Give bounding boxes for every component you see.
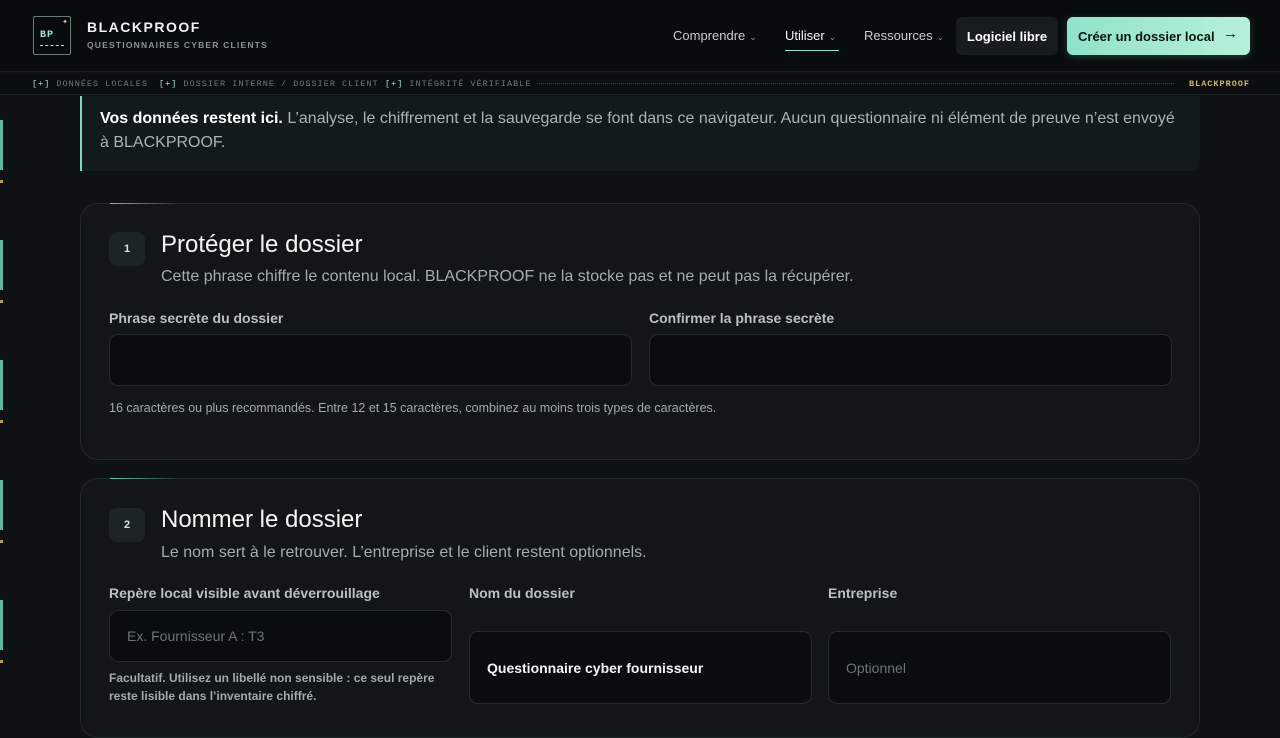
folder-name-label: Nom du dossier bbox=[469, 585, 575, 601]
company-placeholder: Optionnel bbox=[846, 659, 906, 676]
logo-text: BP bbox=[40, 30, 55, 41]
status-strip: [+] DONNÉES LOCALES [+] DOSSIER INTERNE … bbox=[0, 73, 1280, 95]
status-tag-integrity: [+] INTÉGRITÉ VÉRIFIABLE bbox=[385, 79, 532, 89]
confirm-passphrase-input[interactable] bbox=[649, 334, 1172, 386]
nav-item-label: Ressources bbox=[864, 28, 933, 43]
local-marker-placeholder: Ex. Fournisseur A : T3 bbox=[127, 628, 265, 644]
confirm-passphrase-label: Confirmer la phrase secrète bbox=[649, 310, 835, 326]
local-marker-label: Repère local visible avant déverrouillag… bbox=[109, 585, 380, 601]
privacy-banner: Vos données restent ici. L’analyse, le c… bbox=[80, 96, 1200, 171]
card-accent-line bbox=[110, 203, 180, 204]
banner-strong-text: Vos données restent ici. bbox=[100, 110, 283, 127]
status-tag-local-data: [+] DONNÉES LOCALES bbox=[32, 79, 148, 89]
passphrase-input[interactable] bbox=[109, 334, 632, 386]
brand-tagline: QUESTIONNAIRES CYBER CLIENTS bbox=[87, 40, 268, 50]
sparkle-icon: ✦ bbox=[62, 19, 68, 26]
section-name-folder: 2 Nommer le dossier Le nom sert à le ret… bbox=[80, 478, 1200, 738]
chevron-down-icon: ⌄ bbox=[828, 32, 837, 42]
chevron-down-icon: ⌄ bbox=[936, 32, 945, 42]
logo-icon[interactable]: ✦ BP bbox=[33, 16, 71, 55]
nav-item-label: Utiliser bbox=[785, 28, 825, 43]
chevron-down-icon: ⌄ bbox=[749, 32, 757, 42]
nav-item-ressources[interactable]: Ressources ⌄ bbox=[864, 28, 944, 43]
folder-name-input[interactable]: Questionnaire cyber fournisseur bbox=[469, 631, 812, 704]
nav-item-comprendre[interactable]: Comprendre ⌄ bbox=[673, 28, 757, 43]
company-input[interactable]: Optionnel bbox=[828, 631, 1171, 704]
section-title: Nommer le dossier bbox=[161, 506, 363, 533]
passphrase-hint: 16 caractères ou plus recommandés. Entre… bbox=[109, 401, 717, 415]
company-label: Entreprise bbox=[828, 585, 898, 601]
local-marker-hint: Facultatif. Utilisez un libellé non sens… bbox=[109, 671, 435, 703]
nav-item-utiliser[interactable]: Utiliser ⌄ bbox=[785, 28, 836, 43]
nav-item-label: Comprendre bbox=[673, 28, 746, 43]
step-badge: 1 bbox=[109, 232, 145, 266]
left-decorative-rail bbox=[0, 0, 4, 720]
open-source-button[interactable]: Logiciel libre bbox=[956, 17, 1058, 55]
card-accent-line bbox=[110, 478, 180, 479]
section-protect-folder: 1 Protéger le dossier Cette phrase chiff… bbox=[80, 203, 1200, 460]
section-title: Protéger le dossier bbox=[161, 231, 363, 258]
status-brand: BLACKPROOF bbox=[1189, 79, 1251, 89]
status-divider-line bbox=[537, 83, 1174, 84]
brand-name[interactable]: BLACKPROOF bbox=[87, 19, 201, 35]
folder-name-value: Questionnaire cyber fournisseur bbox=[487, 659, 704, 676]
status-tag-folder-type: [+] DOSSIER INTERNE / DOSSIER CLIENT bbox=[159, 79, 379, 89]
section-subtitle: Le nom sert à le retrouver. L’entreprise… bbox=[161, 544, 647, 561]
nav-active-underline bbox=[785, 50, 839, 51]
local-marker-input[interactable]: Ex. Fournisseur A : T3 bbox=[109, 610, 452, 662]
arrow-right-icon: → bbox=[1223, 25, 1238, 42]
site-header: ✦ BP BLACKPROOF QUESTIONNAIRES CYBER CLI… bbox=[0, 0, 1280, 72]
step-badge: 2 bbox=[109, 508, 145, 542]
passphrase-label: Phrase secrète du dossier bbox=[109, 310, 284, 326]
logo-dash-line bbox=[40, 45, 64, 47]
create-local-folder-button[interactable]: Créer un dossier local → bbox=[1067, 17, 1250, 55]
section-subtitle: Cette phrase chiffre le contenu local. B… bbox=[161, 268, 854, 285]
create-button-label: Créer un dossier local bbox=[1078, 28, 1215, 44]
